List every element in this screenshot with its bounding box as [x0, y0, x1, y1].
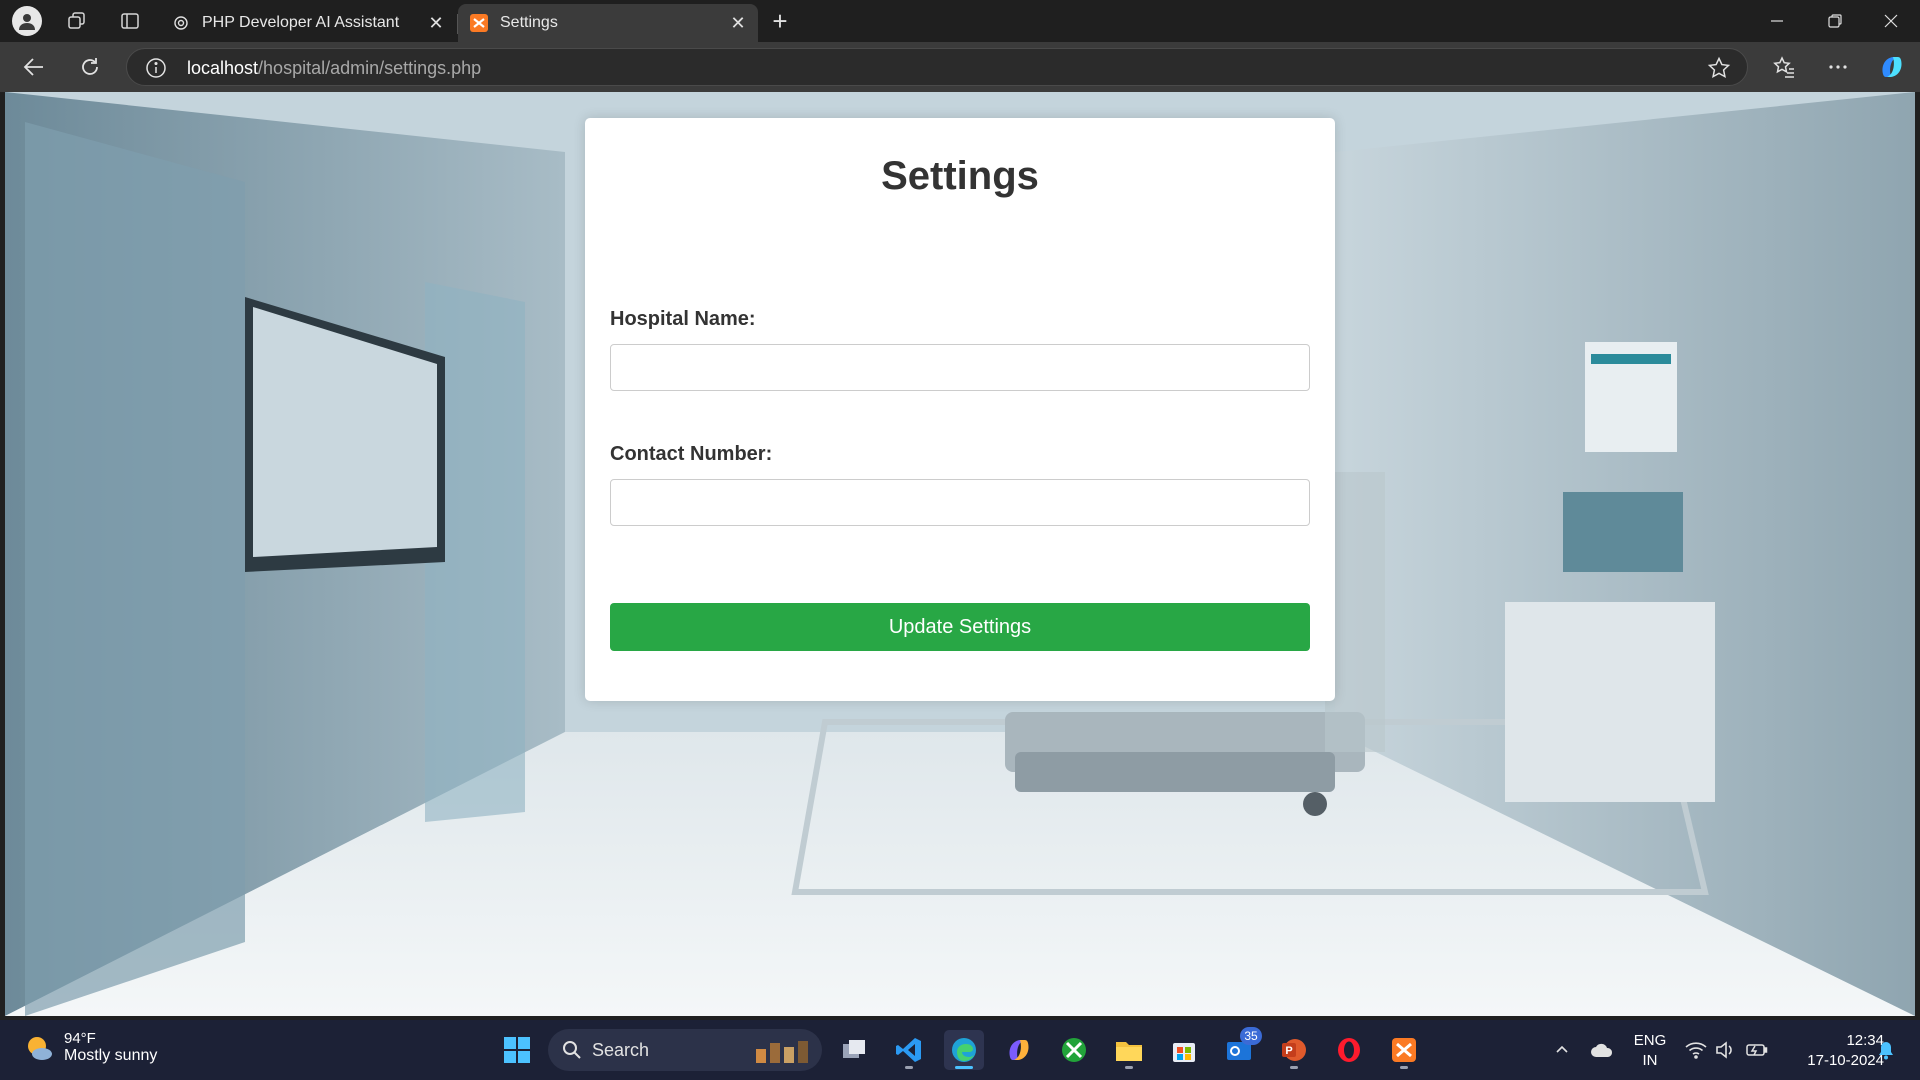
- microsoft-store-icon[interactable]: [1164, 1030, 1204, 1070]
- onedrive-cloud-icon[interactable]: [1582, 1030, 1622, 1070]
- close-tab-icon[interactable]: ✕: [422, 9, 450, 37]
- settings-card: Settings Hospital Name: Contact Number: …: [585, 118, 1335, 701]
- tab-title: Settings: [500, 14, 558, 31]
- page-title: Settings: [881, 154, 1039, 198]
- powerpoint-icon[interactable]: P: [1274, 1030, 1314, 1070]
- task-view-icon[interactable]: [834, 1030, 874, 1070]
- notification-bell-icon[interactable]: [1866, 1030, 1906, 1070]
- contact-number-label: Contact Number:: [610, 443, 773, 465]
- new-tab-icon[interactable]: +: [765, 6, 795, 36]
- svg-text:P: P: [1285, 1045, 1292, 1057]
- openai-icon: [172, 14, 190, 32]
- minimize-icon[interactable]: [1748, 0, 1806, 42]
- windows-taskbar: 94°F Mostly sunny Search 35 P ENG IN 12:…: [0, 1020, 1920, 1080]
- vertical-tabs-icon[interactable]: [110, 5, 150, 37]
- contact-number-input[interactable]: [610, 479, 1310, 526]
- battery-icon[interactable]: [1737, 1030, 1777, 1070]
- browser-toolbar: localhost/hospital/admin/settings.php: [0, 42, 1920, 92]
- favorites-list-icon[interactable]: [1768, 51, 1800, 83]
- url-path: /hospital/admin/settings.php: [258, 58, 482, 78]
- workspaces-icon[interactable]: [57, 5, 97, 37]
- running-indicator: [1290, 1066, 1298, 1069]
- edge-icon[interactable]: [944, 1030, 984, 1070]
- mail-count-badge: 35: [1240, 1027, 1262, 1045]
- page-viewport: Settings Hospital Name: Contact Number: …: [5, 92, 1915, 1016]
- outlook-icon[interactable]: 35: [1219, 1027, 1262, 1070]
- profile-avatar-icon[interactable]: [12, 6, 42, 36]
- running-indicator: [1125, 1066, 1133, 1069]
- restore-icon[interactable]: [1806, 0, 1864, 42]
- copilot-icon[interactable]: [1876, 51, 1908, 83]
- hospital-name-label: Hospital Name:: [610, 308, 756, 330]
- search-label: Search: [592, 1039, 650, 1060]
- xbox-icon[interactable]: [1054, 1030, 1094, 1070]
- file-explorer-icon[interactable]: [1109, 1030, 1149, 1070]
- more-options-icon[interactable]: [1822, 51, 1854, 83]
- browser-tab-strip: PHP Developer AI Assistant ✕ Settings ✕ …: [0, 0, 1920, 42]
- xampp-icon: [470, 14, 488, 32]
- site-info-icon[interactable]: [145, 57, 167, 79]
- tab-php-developer-ai-assistant[interactable]: PHP Developer AI Assistant ✕: [160, 4, 456, 42]
- favorite-star-icon[interactable]: [1707, 56, 1731, 80]
- show-hidden-icons-chevron-icon[interactable]: [1542, 1030, 1582, 1070]
- tab-settings[interactable]: Settings ✕: [458, 4, 758, 42]
- running-indicator: [1400, 1066, 1408, 1069]
- region-code: IN: [1642, 1052, 1658, 1069]
- update-settings-button[interactable]: Update Settings: [610, 603, 1310, 651]
- language-code: ENG: [1633, 1032, 1667, 1049]
- running-indicator: [905, 1066, 913, 1069]
- close-tab-icon[interactable]: ✕: [724, 9, 752, 37]
- copilot-app-icon[interactable]: [999, 1030, 1039, 1070]
- weather-widget[interactable]: 94°F Mostly sunny: [24, 1030, 157, 1065]
- xampp-app-icon[interactable]: [1384, 1030, 1424, 1070]
- weather-temperature: 94°F: [64, 1030, 96, 1047]
- url-host: localhost: [187, 58, 259, 78]
- sun-cloud-icon: [28, 1036, 52, 1060]
- url-text: localhost/hospital/admin/settings.php: [187, 58, 481, 79]
- refresh-icon[interactable]: [74, 51, 106, 83]
- language-indicator[interactable]: ENG IN: [1628, 1031, 1672, 1071]
- search-icon: [563, 1041, 581, 1059]
- opera-icon[interactable]: [1329, 1030, 1369, 1070]
- back-arrow-icon[interactable]: [18, 51, 50, 83]
- search-highlight-icon: [756, 1041, 808, 1063]
- hospital-name-input[interactable]: [610, 344, 1310, 391]
- vscode-icon[interactable]: [889, 1030, 929, 1070]
- close-window-icon[interactable]: [1862, 0, 1920, 42]
- taskbar-search[interactable]: Search: [548, 1029, 822, 1071]
- start-windows-icon[interactable]: [497, 1030, 537, 1070]
- weather-description: Mostly sunny: [64, 1047, 158, 1064]
- tab-title: PHP Developer AI Assistant: [202, 14, 400, 31]
- active-indicator: [955, 1066, 973, 1069]
- address-bar[interactable]: localhost/hospital/admin/settings.php: [126, 48, 1748, 86]
